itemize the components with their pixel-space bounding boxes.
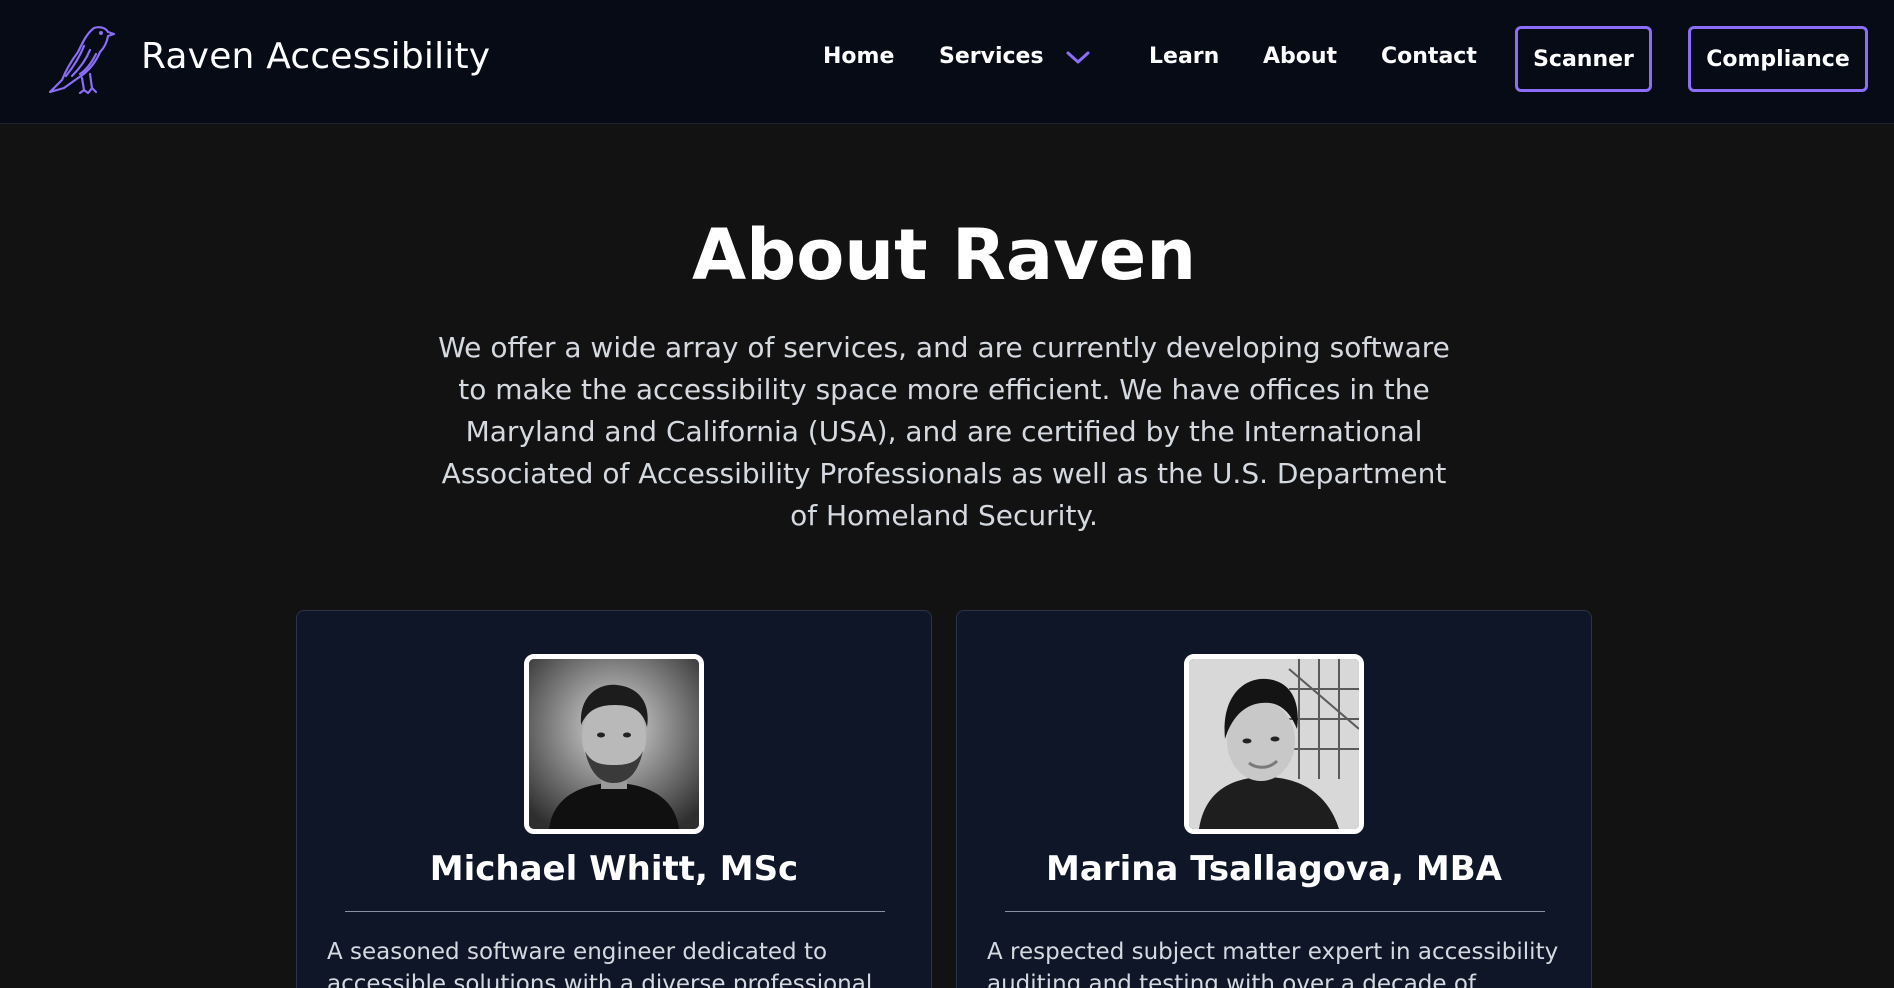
nav-contact[interactable]: Contact [1381,44,1477,69]
compliance-button[interactable]: Compliance [1688,26,1868,92]
team-member-bio: A respected subject matter expert in acc… [987,939,1559,988]
team-card: Marina Tsallagova, MBA A respected subje… [956,610,1592,988]
avatar [524,654,704,834]
intro-paragraph: We offer a wide array of services, and a… [438,331,1450,532]
divider [345,911,885,912]
team-member-name: Marina Tsallagova, MBA [1046,849,1502,889]
chevron-down-icon[interactable] [1064,48,1092,68]
brand-name[interactable]: Raven Accessibility [141,36,490,77]
divider [1005,911,1545,912]
page-title: About Raven [691,214,1197,296]
nav-learn[interactable]: Learn [1149,44,1219,69]
avatar [1184,654,1364,834]
nav-home[interactable]: Home [823,44,894,69]
scanner-button[interactable]: Scanner [1515,26,1652,92]
team-member-bio: A seasoned software engineer dedicated t… [327,939,873,988]
site-header: Raven Accessibility Home Services Learn … [0,0,1894,124]
team-member-name: Michael Whitt, MSc [429,849,799,889]
nav-about[interactable]: About [1263,44,1337,69]
team-card: Michael Whitt, MSc A seasoned software e… [296,610,932,988]
nav-services[interactable]: Services [939,44,1044,69]
raven-icon[interactable] [44,22,118,94]
